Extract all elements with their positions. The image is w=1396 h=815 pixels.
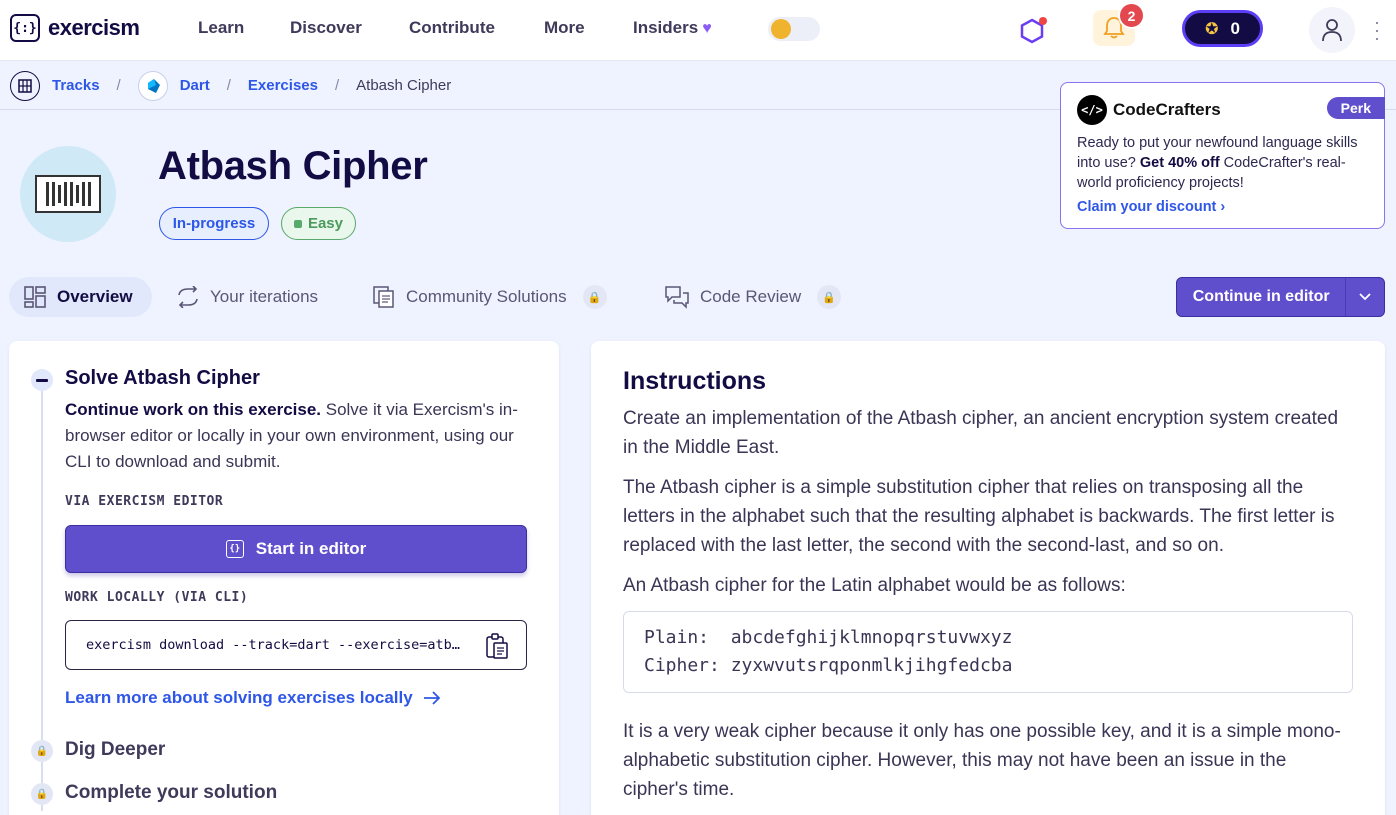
chevron-down-icon[interactable] [1345, 278, 1384, 316]
nav-more[interactable]: More [544, 18, 585, 38]
continue-in-editor-button[interactable]: Continue in editor [1176, 277, 1385, 317]
nav-insiders[interactable]: Insiders ♥ [633, 18, 712, 38]
tab-overview-label: Overview [57, 287, 133, 306]
nav-insiders-label: Insiders [633, 18, 699, 37]
nav-learn[interactable]: Learn [198, 18, 244, 38]
perk-header: </> CodeCrafters [1077, 95, 1368, 125]
theme-toggle[interactable] [768, 17, 820, 41]
perk-badge: Perk [1326, 97, 1385, 119]
solve-step-description: Continue work on this exercise. Solve it… [65, 397, 535, 475]
arrow-right-icon [423, 691, 440, 705]
difficulty-label: Easy [307, 215, 343, 232]
dig-deeper-step[interactable]: Dig Deeper [65, 739, 165, 761]
iterations-icon [178, 286, 198, 308]
notification-count-badge: 2 [1118, 2, 1145, 29]
overview-icon [24, 286, 46, 308]
complete-solution-step[interactable]: Complete your solution [65, 782, 277, 804]
breadcrumb-separator: / [334, 77, 340, 94]
lock-icon: 🔒 [31, 740, 53, 762]
community-solutions-icon [373, 286, 394, 308]
instructions-paragraph: It is a very weak cipher because it only… [623, 721, 1341, 800]
breadcrumb-current: Atbash Cipher [356, 77, 452, 94]
lock-icon: 🔒 [582, 285, 607, 309]
dart-icon [137, 70, 168, 101]
tab-overview[interactable]: Overview [9, 277, 152, 317]
tab-code-review[interactable]: Code Review 🔒 [664, 277, 842, 317]
user-icon [1322, 19, 1342, 42]
logo-icon: {:} [10, 14, 40, 42]
more-options-icon[interactable]: · · · [1372, 13, 1382, 47]
instructions-panel: Instructions Create an implementation of… [591, 341, 1385, 815]
tab-code-review-label: Code Review [700, 287, 802, 306]
breadcrumb-tracks[interactable]: Tracks [52, 77, 100, 94]
tab-iterations[interactable]: Your iterations [176, 277, 318, 317]
claim-discount-link[interactable]: Claim your discount › [1077, 199, 1225, 215]
tracks-icon [10, 70, 40, 101]
breadcrumb-track[interactable]: Dart [180, 77, 210, 94]
learn-more-label: Learn more about solving exercises local… [65, 688, 413, 707]
difficulty-dot-icon [294, 219, 302, 228]
breadcrumb-exercises[interactable]: Exercises [248, 77, 318, 94]
heart-icon: ♥ [702, 20, 712, 37]
codecrafters-logo-icon: </> [1077, 95, 1107, 125]
breadcrumb-separator: / [116, 77, 121, 94]
status-badge: In-progress [159, 207, 269, 240]
tab-community-label: Community Solutions [406, 287, 567, 306]
reputation-button[interactable]: ✪ 0 [1182, 10, 1263, 47]
solve-steps-panel: Solve Atbash Cipher Continue work on thi… [9, 341, 559, 815]
user-avatar[interactable] [1309, 7, 1355, 53]
copy-icon[interactable] [486, 633, 508, 659]
instructions-title: Instructions [623, 367, 767, 395]
code-review-icon [665, 286, 689, 309]
reputation-value: 0 [1230, 18, 1240, 38]
code-editor-icon: {} [225, 540, 244, 558]
lock-icon: 🔒 [817, 285, 842, 309]
instructions-paragraph: The Atbash cipher is a simple substituti… [623, 477, 1335, 556]
perk-card: </> CodeCrafters Perk Ready to put your … [1060, 82, 1385, 229]
nav-discover[interactable]: Discover [290, 18, 362, 38]
continue-in-editor-label: Continue in editor [1192, 288, 1330, 305]
collapse-icon[interactable] [31, 369, 53, 391]
difficulty-badge: Easy [281, 207, 356, 240]
breadcrumb-separator: / [226, 77, 231, 94]
chevron-right-icon: › [1220, 199, 1226, 215]
instructions-paragraph: Create an implementation of the Atbash c… [623, 408, 1339, 458]
perk-text-bold: Get 40% off [1139, 155, 1220, 171]
journey-hexagon-button[interactable] [1016, 15, 1048, 47]
perk-name: CodeCrafters [1113, 100, 1221, 119]
perk-description: Ready to put your newfound language skil… [1077, 133, 1368, 193]
start-in-editor-label: Start in editor [255, 539, 367, 558]
nav-contribute[interactable]: Contribute [409, 18, 495, 38]
instructions-paragraph: An Atbash cipher for the Latin alphabet … [623, 575, 1126, 596]
exercise-title: Atbash Cipher [158, 144, 428, 188]
cipher-table-code-block: Plain: abcdefghijklmnopqrstuvwxyz Cipher… [623, 611, 1353, 693]
toggle-knob [771, 19, 791, 39]
solve-step-title: Solve Atbash Cipher [65, 367, 260, 389]
reputation-icon: ✪ [1205, 20, 1219, 38]
work-locally-label: WORK LOCALLY (VIA CLI) [65, 590, 249, 605]
exercise-icon [20, 146, 116, 242]
via-editor-label: VIA EXERCISM EDITOR [65, 494, 224, 509]
learn-more-link[interactable]: Learn more about solving exercises local… [65, 688, 441, 708]
start-in-editor-button[interactable]: {} Start in editor [65, 525, 527, 573]
claim-discount-label: Claim your discount [1077, 199, 1217, 215]
cli-command-box[interactable]: exercism download --track=dart --exercis… [65, 620, 527, 670]
top-navigation: {:} exercism Learn Discover Contribute M… [0, 0, 1396, 61]
cipher-icon [35, 175, 101, 213]
tab-iterations-label: Your iterations [210, 287, 319, 306]
exercism-logo[interactable]: {:} exercism [10, 14, 140, 42]
lock-icon: 🔒 [31, 783, 53, 805]
logo-text: exercism [48, 15, 140, 40]
cli-command: exercism download --track=dart --exercis… [86, 637, 466, 653]
tab-community-solutions[interactable]: Community Solutions 🔒 [372, 277, 607, 317]
solve-step-lead: Continue work on this exercise. [65, 400, 322, 419]
unread-dot [1039, 17, 1047, 25]
